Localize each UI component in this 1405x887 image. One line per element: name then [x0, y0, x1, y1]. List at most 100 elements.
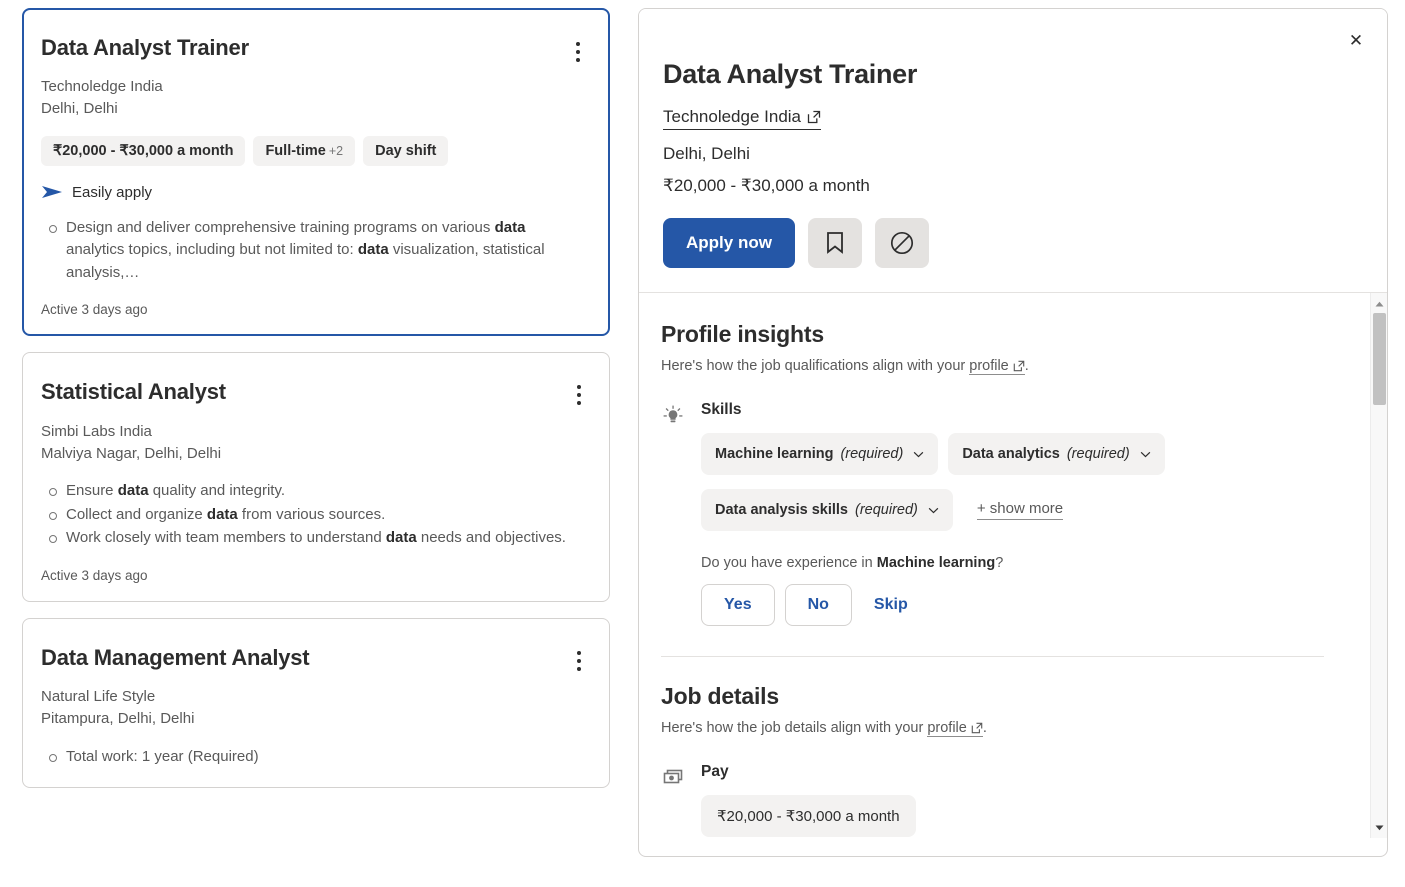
job-card-title[interactable]: Data Analyst Trainer [41, 35, 585, 61]
job-card-snippet: Total work: 1 year (Required) [41, 746, 585, 769]
job-detail-pay: ₹20,000 - ₹30,000 a month [663, 176, 870, 195]
job-details-subtitle: Here's how the job details align with yo… [661, 720, 1324, 737]
job-card-location: Pitampura, Delhi, Delhi [41, 709, 195, 727]
save-job-button[interactable] [807, 218, 862, 268]
snippet-list: Ensure data quality and integrity. Colle… [41, 480, 585, 550]
external-link-icon [1013, 360, 1025, 372]
snippet-bullet: Work closely with team members to unders… [41, 527, 585, 550]
job-card-title[interactable]: Data Management Analyst [41, 645, 585, 671]
close-icon[interactable]: ✕ [1341, 25, 1371, 55]
chevron-down-icon [914, 451, 924, 457]
profile-insights-subtitle: Here's how the job qualifications align … [661, 358, 1324, 375]
chip-jobtype: Full-time +2 [253, 135, 356, 166]
insights-sub-prefix: Here's how the job qualifications align … [661, 358, 970, 374]
skill-chip-required: (required) [840, 446, 904, 462]
show-more-skills-button[interactable]: + show more [976, 500, 1064, 520]
job-detail-actions: Apply now [663, 218, 1361, 268]
job-card-company: Natural Life Style [41, 688, 156, 706]
skill-chip-data-analysis-skills[interactable]: Data analysis skills (required) [701, 489, 953, 531]
send-arrow-icon [42, 186, 62, 199]
skill-question: Do you have experience in Machine learni… [701, 555, 1324, 571]
job-card[interactable]: Statistical Analyst Simbi Labs India Mal… [22, 352, 610, 602]
job-detail-pane: ✕ Data Analyst Trainer Technoledge India… [638, 8, 1388, 857]
snippet-list: Total work: 1 year (Required) [41, 746, 585, 769]
profile-link[interactable]: profile [969, 358, 1025, 375]
external-link-icon [971, 722, 983, 734]
job-card-title[interactable]: Statistical Analyst [41, 379, 585, 405]
question-prefix: Do you have experience in [701, 555, 877, 571]
skill-chip-name: Data analytics [962, 446, 1060, 462]
job-detail-scroll-content: Profile insights Here's how the job qual… [639, 293, 1354, 837]
insights-sub-suffix: . [1024, 358, 1029, 374]
job-detail-body[interactable]: Profile insights Here's how the job qual… [639, 292, 1387, 838]
detail-scrollbar[interactable] [1370, 293, 1387, 838]
question-skill: Machine learning [876, 555, 996, 571]
job-card-active-date: Active 3 days ago [41, 302, 148, 318]
job-results-list[interactable]: Data Analyst Trainer Technoledge India D… [22, 8, 610, 887]
external-link-icon [807, 110, 821, 124]
job-card[interactable]: Data Management Analyst Natural Life Sty… [22, 617, 610, 789]
lightbulb-icon [661, 401, 687, 626]
pay-label: Pay [701, 763, 729, 780]
job-card-more-options-icon[interactable] [562, 32, 594, 72]
job-card-snippet: Ensure data quality and integrity. Colle… [41, 480, 585, 550]
skill-chip-data-analytics[interactable]: Data analytics (required) [948, 433, 1165, 475]
skills-insight-row: Skills Machine learning (required) Data … [661, 401, 1324, 626]
skills-label: Skills [701, 401, 742, 418]
details-sub-prefix: Here's how the job details align with yo… [661, 720, 928, 736]
pay-detail-row: Pay ₹20,000 - ₹30,000 a month [661, 763, 1324, 837]
skill-answer-row: Yes No Skip [701, 584, 1324, 626]
job-card[interactable]: Data Analyst Trainer Technoledge India D… [22, 8, 610, 337]
chip-salary: ₹20,000 - ₹30,000 a month [41, 135, 246, 166]
profile-link[interactable]: profile [927, 720, 983, 737]
easily-apply-badge: Easily apply [41, 184, 585, 201]
job-card-location: Malviya Nagar, Delhi, Delhi [41, 444, 222, 462]
chip-shift: Day shift [363, 135, 449, 166]
skills-chip-row-2: Data analysis skills (required) + show m… [701, 489, 1324, 531]
job-detail-title: Data Analyst Trainer [663, 59, 918, 89]
skill-chip-required: (required) [1066, 446, 1130, 462]
profile-link-label: profile [969, 358, 1009, 374]
profile-link-label: profile [927, 720, 967, 736]
job-card-more-options-icon[interactable] [563, 375, 595, 415]
job-detail-location: Delhi, Delhi [663, 144, 750, 163]
answer-no-button[interactable]: No [784, 584, 852, 626]
question-suffix: ? [995, 555, 1004, 571]
money-icon [661, 763, 687, 837]
job-card-company: Simbi Labs India [41, 422, 152, 440]
job-card-snippet: Design and deliver comprehensive trainin… [41, 217, 585, 285]
block-icon [890, 231, 914, 255]
easily-apply-label: Easily apply [72, 183, 153, 201]
job-detail-header: ✕ Data Analyst Trainer Technoledge India… [639, 9, 1387, 292]
bookmark-icon [827, 232, 843, 254]
scroll-down-arrow-icon[interactable] [1371, 819, 1387, 836]
chevron-down-icon [928, 507, 939, 513]
pay-value-chip: ₹20,000 - ₹30,000 a month [701, 795, 916, 837]
scrollbar-thumb[interactable] [1373, 313, 1386, 405]
job-card-more-options-icon[interactable] [563, 641, 595, 681]
answer-skip-button[interactable]: Skip [862, 596, 920, 614]
job-details-heading: Job details [661, 683, 779, 709]
snippet-bullet: Design and deliver comprehensive trainin… [41, 217, 585, 285]
skill-chip-machine-learning[interactable]: Machine learning (required) [701, 433, 939, 475]
apply-now-button[interactable]: Apply now [663, 218, 795, 268]
snippet-bullet: Total work: 1 year (Required) [41, 746, 585, 769]
job-card-company: Technoledge India [41, 78, 163, 96]
section-divider [661, 656, 1324, 657]
scroll-up-arrow-icon[interactable] [1371, 295, 1387, 312]
job-card-location: Delhi, Delhi [41, 100, 118, 118]
skill-chip-name: Machine learning [715, 446, 834, 462]
details-sub-suffix: . [982, 720, 987, 736]
snippet-bullet: Ensure data quality and integrity. [41, 480, 585, 503]
skill-chip-required: (required) [855, 502, 918, 518]
snippet-list: Design and deliver comprehensive trainin… [41, 217, 585, 285]
job-card-attribute-chips: ₹20,000 - ₹30,000 a month Full-time +2 Da… [41, 135, 585, 166]
answer-yes-button[interactable]: Yes [701, 584, 775, 626]
not-interested-button[interactable] [874, 218, 929, 268]
skill-chip-name: Data analysis skills [715, 502, 848, 518]
snippet-bullet: Collect and organize data from various s… [41, 504, 585, 527]
chevron-down-icon [1140, 451, 1151, 457]
profile-insights-heading: Profile insights [661, 321, 824, 347]
company-link[interactable]: Technoledge India [663, 107, 822, 130]
job-card-active-date: Active 3 days ago [41, 567, 148, 583]
